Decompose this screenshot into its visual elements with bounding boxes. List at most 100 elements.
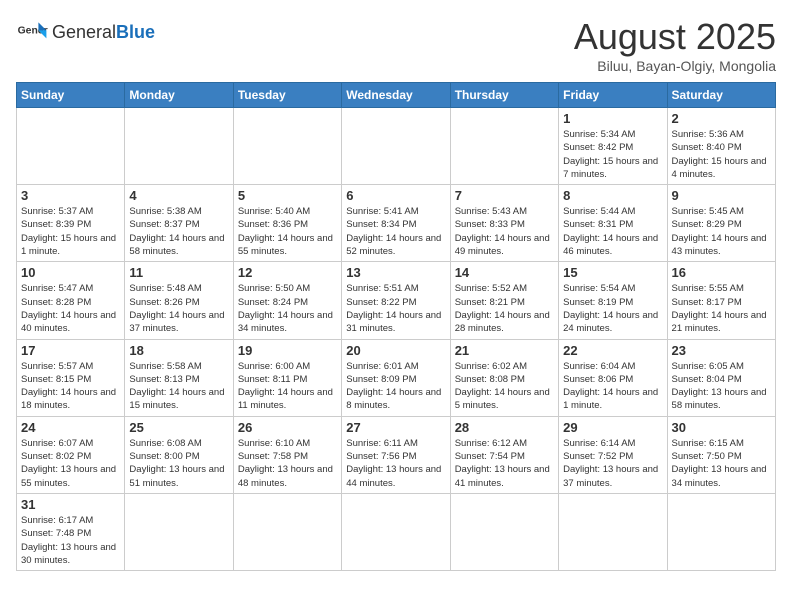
day-number: 8 [563,188,662,203]
calendar-cell: 25 Sunrise: 6:08 AM Sunset: 8:00 PM Dayli… [125,416,233,493]
calendar-cell: 11Sunrise: 5:48 AM Sunset: 8:26 PM Dayli… [125,262,233,339]
calendar-cell: 18Sunrise: 5:58 AM Sunset: 8:13 PM Dayli… [125,339,233,416]
column-header-wednesday: Wednesday [342,83,450,108]
day-number: 13 [346,265,445,280]
day-info: Sunrise: 5:40 AM Sunset: 8:36 PM Dayligh… [238,205,337,258]
column-header-friday: Friday [559,83,667,108]
day-info: Sunrise: 5:58 AM Sunset: 8:13 PM Dayligh… [129,360,228,413]
calendar-cell: 17 Sunrise: 5:57 AM Sunset: 8:15 PM Dayli… [17,339,125,416]
calendar-week-row: 31 Sunrise: 6:17 AM Sunset: 7:48 PM Dayli… [17,493,776,570]
page-header: General GeneralBlue August 2025 Biluu, B… [16,16,776,74]
day-info: Sunrise: 5:51 AM Sunset: 8:22 PM Dayligh… [346,282,445,335]
calendar-cell: 6Sunrise: 5:41 AM Sunset: 8:34 PM Daylig… [342,185,450,262]
day-number: 5 [238,188,337,203]
day-number: 30 [672,420,771,435]
day-number: 31 [21,497,120,512]
calendar-cell: 1 Sunrise: 5:34 AM Sunset: 8:42 PM Daylig… [559,108,667,185]
calendar-cell: 19Sunrise: 6:00 AM Sunset: 8:11 PM Dayli… [233,339,341,416]
calendar-cell [17,108,125,185]
day-number: 2 [672,111,771,126]
calendar-header-row: SundayMondayTuesdayWednesdayThursdayFrid… [17,83,776,108]
logo-icon: General [16,16,48,48]
day-number: 20 [346,343,445,358]
calendar-cell: 20Sunrise: 6:01 AM Sunset: 8:09 PM Dayli… [342,339,450,416]
day-number: 3 [21,188,120,203]
day-number: 11 [129,265,228,280]
day-info: Sunrise: 6:08 AM Sunset: 8:00 PM Dayligh… [129,437,228,490]
calendar-cell [559,493,667,570]
logo: General GeneralBlue [16,16,155,48]
calendar-cell [342,493,450,570]
calendar-cell: 10 Sunrise: 5:47 AM Sunset: 8:28 PM Dayli… [17,262,125,339]
day-info: Sunrise: 5:52 AM Sunset: 8:21 PM Dayligh… [455,282,554,335]
day-info: Sunrise: 5:54 AM Sunset: 8:19 PM Dayligh… [563,282,662,335]
day-info: Sunrise: 5:36 AM Sunset: 8:40 PM Dayligh… [672,128,771,181]
day-info: Sunrise: 5:47 AM Sunset: 8:28 PM Dayligh… [21,282,120,335]
calendar-cell: 26 Sunrise: 6:10 AM Sunset: 7:58 PM Dayli… [233,416,341,493]
calendar-table: SundayMondayTuesdayWednesdayThursdayFrid… [16,82,776,571]
day-info: Sunrise: 5:34 AM Sunset: 8:42 PM Dayligh… [563,128,662,181]
day-number: 24 [21,420,120,435]
day-info: Sunrise: 6:05 AM Sunset: 8:04 PM Dayligh… [672,360,771,413]
calendar-week-row: 24 Sunrise: 6:07 AM Sunset: 8:02 PM Dayli… [17,416,776,493]
day-number: 23 [672,343,771,358]
day-info: Sunrise: 6:07 AM Sunset: 8:02 PM Dayligh… [21,437,120,490]
calendar-cell [342,108,450,185]
day-info: Sunrise: 6:14 AM Sunset: 7:52 PM Dayligh… [563,437,662,490]
calendar-cell: 2 Sunrise: 5:36 AM Sunset: 8:40 PM Daylig… [667,108,775,185]
day-info: Sunrise: 6:04 AM Sunset: 8:06 PM Dayligh… [563,360,662,413]
day-number: 1 [563,111,662,126]
day-number: 19 [238,343,337,358]
day-info: Sunrise: 5:43 AM Sunset: 8:33 PM Dayligh… [455,205,554,258]
calendar-cell: 7Sunrise: 5:43 AM Sunset: 8:33 PM Daylig… [450,185,558,262]
calendar-cell: 5 Sunrise: 5:40 AM Sunset: 8:36 PM Daylig… [233,185,341,262]
logo-text: GeneralBlue [52,22,155,42]
day-info: Sunrise: 5:50 AM Sunset: 8:24 PM Dayligh… [238,282,337,335]
calendar-week-row: 3 Sunrise: 5:37 AM Sunset: 8:39 PM Daylig… [17,185,776,262]
day-number: 14 [455,265,554,280]
day-number: 25 [129,420,228,435]
day-number: 26 [238,420,337,435]
calendar-cell: 15Sunrise: 5:54 AM Sunset: 8:19 PM Dayli… [559,262,667,339]
day-number: 9 [672,188,771,203]
day-info: Sunrise: 5:37 AM Sunset: 8:39 PM Dayligh… [21,205,120,258]
month-title: August 2025 [574,16,776,58]
day-info: Sunrise: 6:11 AM Sunset: 7:56 PM Dayligh… [346,437,445,490]
day-number: 4 [129,188,228,203]
calendar-cell: 23 Sunrise: 6:05 AM Sunset: 8:04 PM Dayli… [667,339,775,416]
calendar-cell [233,108,341,185]
day-number: 21 [455,343,554,358]
calendar-cell: 30Sunrise: 6:15 AM Sunset: 7:50 PM Dayli… [667,416,775,493]
column-header-sunday: Sunday [17,83,125,108]
day-number: 29 [563,420,662,435]
day-number: 22 [563,343,662,358]
calendar-cell [450,493,558,570]
calendar-cell: 31 Sunrise: 6:17 AM Sunset: 7:48 PM Dayli… [17,493,125,570]
column-header-monday: Monday [125,83,233,108]
calendar-cell: 27Sunrise: 6:11 AM Sunset: 7:56 PM Dayli… [342,416,450,493]
day-info: Sunrise: 5:45 AM Sunset: 8:29 PM Dayligh… [672,205,771,258]
day-info: Sunrise: 5:57 AM Sunset: 8:15 PM Dayligh… [21,360,120,413]
location: Biluu, Bayan-Olgiy, Mongolia [574,58,776,74]
calendar-week-row: 10 Sunrise: 5:47 AM Sunset: 8:28 PM Dayli… [17,262,776,339]
calendar-week-row: 17 Sunrise: 5:57 AM Sunset: 8:15 PM Dayli… [17,339,776,416]
calendar-cell: 28Sunrise: 6:12 AM Sunset: 7:54 PM Dayli… [450,416,558,493]
calendar-cell: 14 Sunrise: 5:52 AM Sunset: 8:21 PM Dayli… [450,262,558,339]
title-area: August 2025 Biluu, Bayan-Olgiy, Mongolia [574,16,776,74]
day-number: 6 [346,188,445,203]
day-info: Sunrise: 6:10 AM Sunset: 7:58 PM Dayligh… [238,437,337,490]
day-number: 17 [21,343,120,358]
calendar-cell [233,493,341,570]
day-number: 28 [455,420,554,435]
day-info: Sunrise: 6:17 AM Sunset: 7:48 PM Dayligh… [21,514,120,567]
calendar-cell: 29 Sunrise: 6:14 AM Sunset: 7:52 PM Dayli… [559,416,667,493]
calendar-cell: 16 Sunrise: 5:55 AM Sunset: 8:17 PM Dayli… [667,262,775,339]
calendar-cell: 12Sunrise: 5:50 AM Sunset: 8:24 PM Dayli… [233,262,341,339]
calendar-cell: 3 Sunrise: 5:37 AM Sunset: 8:39 PM Daylig… [17,185,125,262]
day-info: Sunrise: 5:55 AM Sunset: 8:17 PM Dayligh… [672,282,771,335]
day-number: 10 [21,265,120,280]
day-number: 16 [672,265,771,280]
calendar-cell [125,493,233,570]
calendar-cell: 13 Sunrise: 5:51 AM Sunset: 8:22 PM Dayli… [342,262,450,339]
column-header-tuesday: Tuesday [233,83,341,108]
